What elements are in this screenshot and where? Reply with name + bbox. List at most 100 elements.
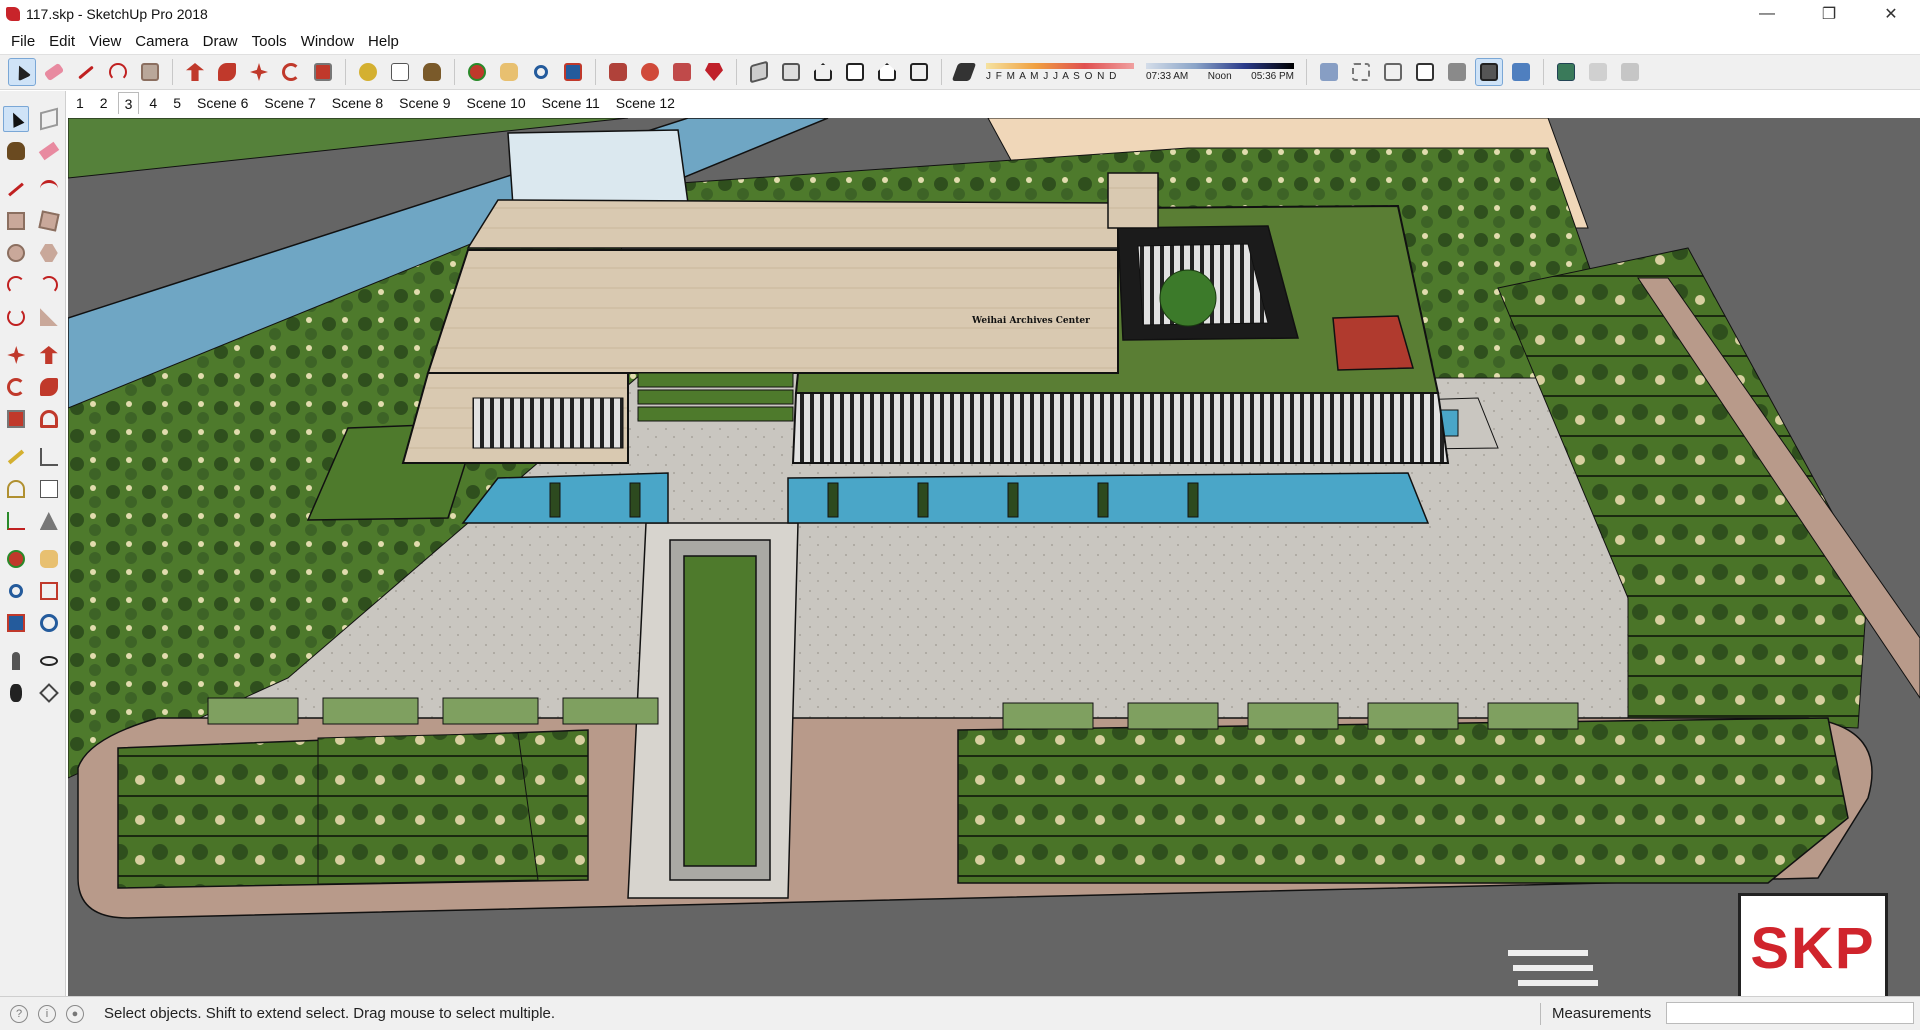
3d-text-tool[interactable] [36,508,62,534]
paint-bucket-tool-button[interactable] [418,58,446,86]
photo-textures-button[interactable] [1616,58,1644,86]
shadows-toggle-button[interactable] [950,58,978,86]
menu-help[interactable]: Help [361,33,406,50]
share-model-button[interactable] [668,58,696,86]
monochrome-style-button[interactable] [1507,58,1535,86]
shadow-month-slider[interactable]: J F M A M J J A S O N D [986,62,1134,82]
3d-warehouse-button[interactable] [604,58,632,86]
rotate-tool[interactable] [3,374,29,400]
pie-tool[interactable] [36,304,62,330]
zoom-window-tool[interactable] [36,578,62,604]
previous-view-tool[interactable] [36,610,62,636]
freehand-tool[interactable] [36,176,62,202]
scale-tool-button[interactable] [309,58,337,86]
tape-measure-tool[interactable] [3,444,29,470]
tape-measure-tool-button[interactable] [354,58,382,86]
scene-tab[interactable]: 2 [94,92,114,114]
scale-tool[interactable] [3,406,29,432]
measurements-input[interactable] [1666,1002,1914,1024]
scene-tab-active[interactable]: 3 [117,92,140,114]
menu-view[interactable]: View [82,33,128,50]
zoom-tool-button[interactable] [527,58,555,86]
close-button[interactable]: ✕ [1868,0,1914,28]
move-tool-button[interactable] [245,58,273,86]
protractor-tool[interactable] [3,476,29,502]
orbit-tool[interactable] [3,546,29,572]
menu-edit[interactable]: Edit [42,33,82,50]
minimize-button[interactable]: — [1744,0,1790,28]
add-location-button[interactable] [1552,58,1580,86]
back-edges-style-button[interactable] [1347,58,1375,86]
paint-bucket-tool[interactable] [3,138,29,164]
push-pull-tool[interactable] [36,342,62,368]
zoom-extents-tool[interactable] [3,610,29,636]
top-view-button[interactable] [777,58,805,86]
menu-draw[interactable]: Draw [196,33,245,50]
circle-tool[interactable] [3,240,29,266]
rectangle-tool[interactable] [3,208,29,234]
rotated-rectangle-tool[interactable] [36,208,62,234]
scene-tab[interactable]: 5 [167,92,187,114]
polygon-tool[interactable] [36,240,62,266]
arc-tool-button[interactable] [104,58,132,86]
position-camera-tool[interactable] [3,648,29,674]
scene-tab[interactable]: Scene 10 [460,92,531,114]
select-tool[interactable] [3,106,30,132]
extension-warehouse-button[interactable] [636,58,664,86]
look-around-tool[interactable] [36,648,62,674]
two-point-arc-tool[interactable] [36,272,62,298]
scene-tab[interactable]: Scene 12 [610,92,681,114]
menu-window[interactable]: Window [294,33,361,50]
credits-icon[interactable]: i [38,1004,56,1023]
scene-tab[interactable]: Scene 8 [326,92,389,114]
text-tool[interactable] [36,476,62,502]
back-view-button[interactable] [873,58,901,86]
scene-tab[interactable]: Scene 9 [393,92,456,114]
eraser-tool[interactable] [36,138,62,164]
make-component-tool[interactable] [36,106,62,132]
text-tool-button[interactable] [386,58,414,86]
iso-view-button[interactable] [745,58,773,86]
scene-tab[interactable]: Scene 7 [258,92,321,114]
toggle-terrain-button[interactable] [1584,58,1612,86]
dimension-tool[interactable] [36,444,62,470]
menu-camera[interactable]: Camera [128,33,195,50]
offset-tool[interactable] [36,406,62,432]
textured-style-button[interactable] [1475,58,1503,86]
rotate-tool-button[interactable] [277,58,305,86]
push-pull-tool-button[interactable] [181,58,209,86]
axes-tool[interactable] [3,508,29,534]
pan-tool-button[interactable] [495,58,523,86]
scene-tab[interactable]: Scene 6 [191,92,254,114]
shadow-time-slider[interactable]: 07:33 AM Noon 05:36 PM [1146,62,1294,82]
eraser-tool-button[interactable] [40,58,68,86]
extension-manager-button[interactable] [700,58,728,86]
hidden-line-style-button[interactable] [1411,58,1439,86]
shaded-style-button[interactable] [1443,58,1471,86]
section-plane-tool[interactable] [36,680,62,706]
scene-tab[interactable]: Scene 11 [536,92,606,114]
menu-file[interactable]: File [4,33,42,50]
line-tool[interactable] [3,176,29,202]
xray-style-button[interactable] [1315,58,1343,86]
follow-me-tool-button[interactable] [213,58,241,86]
walk-tool[interactable] [3,680,29,706]
select-tool-button[interactable] [8,58,36,86]
zoom-tool[interactable] [3,578,29,604]
user-account-icon[interactable]: ● [66,1004,84,1023]
line-tool-button[interactable] [72,58,100,86]
wireframe-style-button[interactable] [1379,58,1407,86]
zoom-extents-button[interactable] [559,58,587,86]
front-view-button[interactable] [809,58,837,86]
rectangle-tool-button[interactable] [136,58,164,86]
geolocation-icon[interactable]: ? [10,1004,28,1023]
scene-tab[interactable]: 4 [143,92,163,114]
right-view-button[interactable] [841,58,869,86]
menu-tools[interactable]: Tools [245,33,294,50]
three-point-arc-tool[interactable] [3,304,29,330]
model-viewport[interactable]: Weihai Archives Center [68,118,1920,996]
scene-tab[interactable]: 1 [70,92,90,114]
move-tool[interactable] [3,342,29,368]
left-view-button[interactable] [905,58,933,86]
restore-button[interactable]: ❐ [1806,0,1852,28]
